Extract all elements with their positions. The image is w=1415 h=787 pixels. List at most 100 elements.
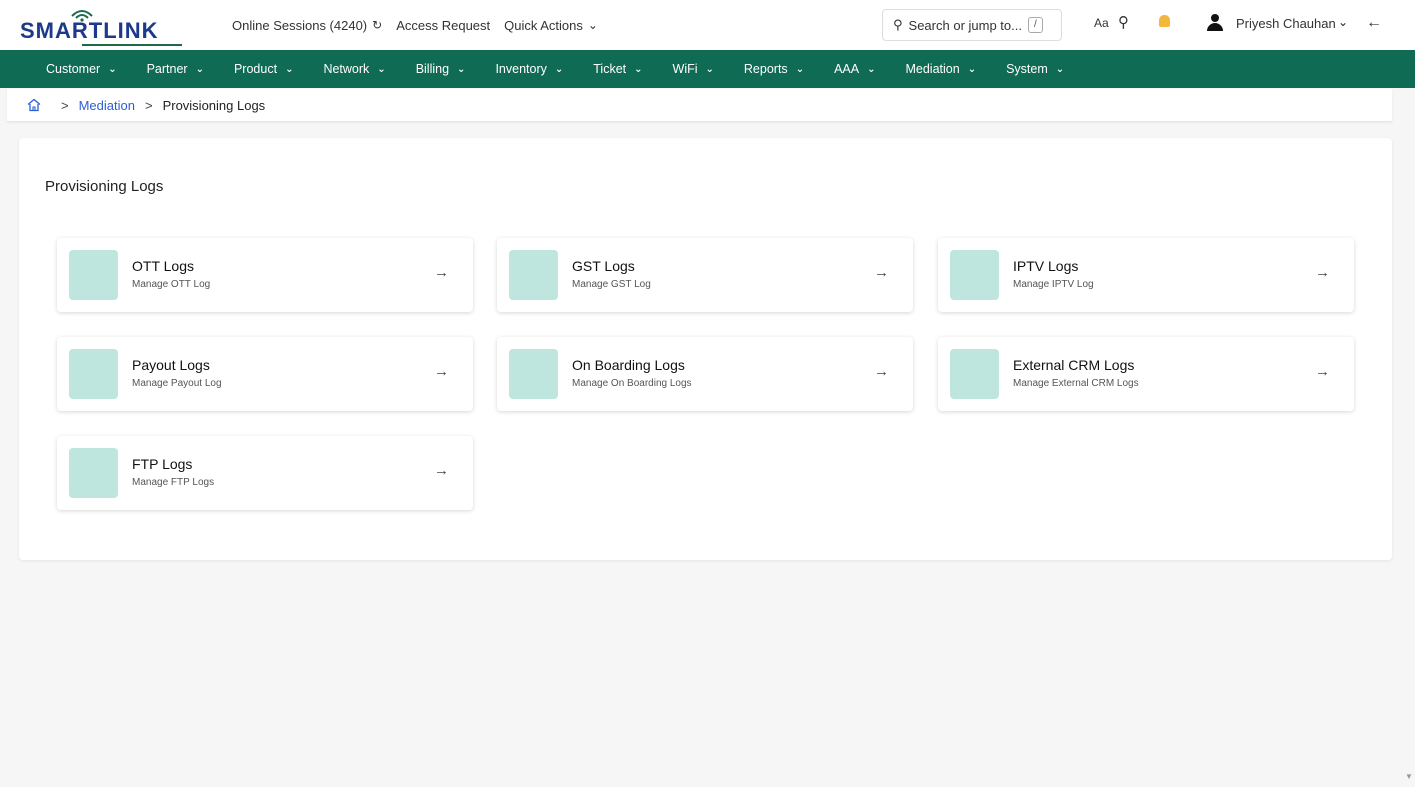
user-name[interactable]: Priyesh Chauhan <box>1236 16 1336 31</box>
chevron-down-icon: ⌄ <box>554 63 564 75</box>
online-sessions-link[interactable]: Online Sessions (4240) ↻ <box>232 18 382 33</box>
home-icon[interactable] <box>27 98 41 112</box>
tile-subtitle: Manage External CRM Logs <box>1013 378 1139 389</box>
tile-title: FTP Logs <box>132 456 193 472</box>
quick-actions-label: Quick Actions <box>504 17 583 33</box>
online-sessions-label: Online Sessions (4240) <box>232 17 368 33</box>
font-size-toggle[interactable]: Aa <box>1094 16 1109 30</box>
tile-ftp-logs[interactable]: FTP Logs Manage FTP Logs → <box>57 436 473 510</box>
nav-label: Inventory <box>495 62 547 76</box>
chevron-down-icon: ⌄ <box>1055 63 1065 75</box>
search-icon: ⚲ <box>893 17 903 32</box>
logo-underline <box>82 44 182 46</box>
nav-label: Billing <box>415 62 450 76</box>
tile-subtitle: Manage IPTV Log <box>1013 279 1094 290</box>
tile-title: On Boarding Logs <box>572 357 685 373</box>
provisioning-logs-card: Provisioning Logs OTT Logs Manage OTT Lo… <box>19 138 1392 560</box>
arrow-right-icon: → <box>874 264 889 281</box>
nav-item-wifi[interactable]: WiFi ⌄ <box>673 62 714 76</box>
nav-item-billing[interactable]: Billing ⌄ <box>416 62 466 76</box>
chevron-down-icon: ⌄ <box>377 63 386 75</box>
nav-label: AAA <box>834 62 860 76</box>
back-arrow-icon[interactable]: ← <box>1366 14 1382 32</box>
breadcrumb: > Mediation > Provisioning Logs <box>7 89 1392 122</box>
arrow-right-icon: → <box>1315 363 1330 380</box>
tile-subtitle: Manage OTT Log <box>132 279 211 290</box>
tile-icon-placeholder <box>950 250 999 300</box>
nav-label: Partner <box>146 62 188 76</box>
notification-bell-icon[interactable] <box>1159 15 1170 27</box>
nav-item-customer[interactable]: Customer ⌄ <box>46 62 117 76</box>
nav-item-partner[interactable]: Partner ⌄ <box>147 62 204 76</box>
main-nav: Customer ⌄ Partner ⌄ Product ⌄ Network ⌄ Bil… <box>0 50 1415 88</box>
nav-item-network[interactable]: Network ⌄ <box>323 62 385 76</box>
tile-payout-logs[interactable]: Payout Logs Manage Payout Log → <box>57 337 473 411</box>
tile-title: OTT Logs <box>132 258 194 274</box>
chevron-right-icon: > <box>61 97 69 113</box>
tile-subtitle: Manage GST Log <box>572 279 651 290</box>
breadcrumb-current: Provisioning Logs <box>162 97 266 113</box>
quick-actions-dropdown[interactable]: Quick Actions ⌄ <box>504 18 598 33</box>
nav-item-ticket[interactable]: Ticket ⌄ <box>593 62 642 76</box>
user-chevron-down-icon[interactable]: ⌄ <box>1338 15 1348 29</box>
nav-label: Reports <box>743 62 788 76</box>
chevron-down-icon: ⌄ <box>285 63 294 75</box>
chevron-down-icon: ⌄ <box>587 18 598 32</box>
chevron-down-icon: ⌄ <box>195 63 204 75</box>
nav-label: Ticket <box>593 62 627 76</box>
tile-subtitle: Manage On Boarding Logs <box>572 378 692 389</box>
nav-label: Mediation <box>905 62 960 76</box>
tile-ott-logs[interactable]: OTT Logs Manage OTT Log → <box>57 238 473 312</box>
arrow-right-icon: → <box>434 264 449 281</box>
nav-label: Customer <box>46 62 101 76</box>
nav-item-reports[interactable]: Reports ⌄ <box>744 62 804 76</box>
chevron-down-icon: ⌄ <box>108 63 117 75</box>
arrow-right-icon: → <box>874 363 889 380</box>
search-input[interactable]: ⚲ Search or jump to... / <box>882 9 1062 41</box>
scroll-down-arrow-icon[interactable]: ▼ <box>1405 772 1413 781</box>
top-links: Online Sessions (4240) ↻ Access Request … <box>232 0 612 50</box>
refresh-icon[interactable]: ↻ <box>372 18 382 32</box>
tile-iptv-logs[interactable]: IPTV Logs Manage IPTV Log → <box>938 238 1354 312</box>
tile-gst-logs[interactable]: GST Logs Manage GST Log → <box>497 238 913 312</box>
tile-title: External CRM Logs <box>1013 357 1135 373</box>
logo-text: SMARTLINK <box>20 18 159 43</box>
nav-item-aaa[interactable]: AAA ⌄ <box>834 62 875 76</box>
tile-icon-placeholder <box>69 448 118 498</box>
nav-item-inventory[interactable]: Inventory ⌄ <box>495 62 563 76</box>
help-icon[interactable]: ⚲ <box>1118 13 1129 31</box>
chevron-down-icon: ⌄ <box>705 63 714 75</box>
tile-icon-placeholder <box>950 349 999 399</box>
tile-on-boarding-logs[interactable]: On Boarding Logs Manage On Boarding Logs… <box>497 337 913 411</box>
nav-label: System <box>1006 62 1048 76</box>
page-title: Provisioning Logs <box>45 178 164 195</box>
breadcrumb-mediation-link[interactable]: Mediation <box>79 98 135 113</box>
tile-subtitle: Manage FTP Logs <box>132 477 215 488</box>
arrow-right-icon: → <box>1315 264 1330 281</box>
tile-icon-placeholder <box>69 349 118 399</box>
tile-title: IPTV Logs <box>1013 258 1079 274</box>
top-header: SMARTLINK Online Sessions (4240) ↻ Acces… <box>0 0 1415 50</box>
user-avatar-icon[interactable] <box>1207 14 1223 32</box>
tile-external-crm-logs[interactable]: External CRM Logs Manage External CRM Lo… <box>938 337 1354 411</box>
tile-icon-placeholder <box>69 250 118 300</box>
smartlink-logo[interactable]: SMARTLINK <box>20 8 190 46</box>
tile-icon-placeholder <box>509 349 558 399</box>
nav-label: WiFi <box>672 62 698 76</box>
nav-item-product[interactable]: Product ⌄ <box>234 62 293 76</box>
nav-item-system[interactable]: System ⌄ <box>1006 62 1064 76</box>
tile-title: GST Logs <box>572 258 635 274</box>
chevron-down-icon: ⌄ <box>967 63 977 75</box>
nav-label: Product <box>233 62 278 76</box>
search-shortcut-key: / <box>1027 17 1043 33</box>
nav-item-mediation[interactable]: Mediation ⌄ <box>905 62 976 76</box>
tile-subtitle: Manage Payout Log <box>132 378 222 389</box>
nav-label: Network <box>323 62 370 76</box>
search-placeholder: Search or jump to... <box>908 17 1022 33</box>
chevron-down-icon: ⌄ <box>795 63 805 75</box>
chevron-right-icon: > <box>144 97 153 113</box>
tile-title: Payout Logs <box>132 357 210 373</box>
access-request-link[interactable]: Access Request <box>396 18 490 33</box>
chevron-down-icon: ⌄ <box>457 63 466 75</box>
arrow-right-icon: → <box>434 462 449 479</box>
